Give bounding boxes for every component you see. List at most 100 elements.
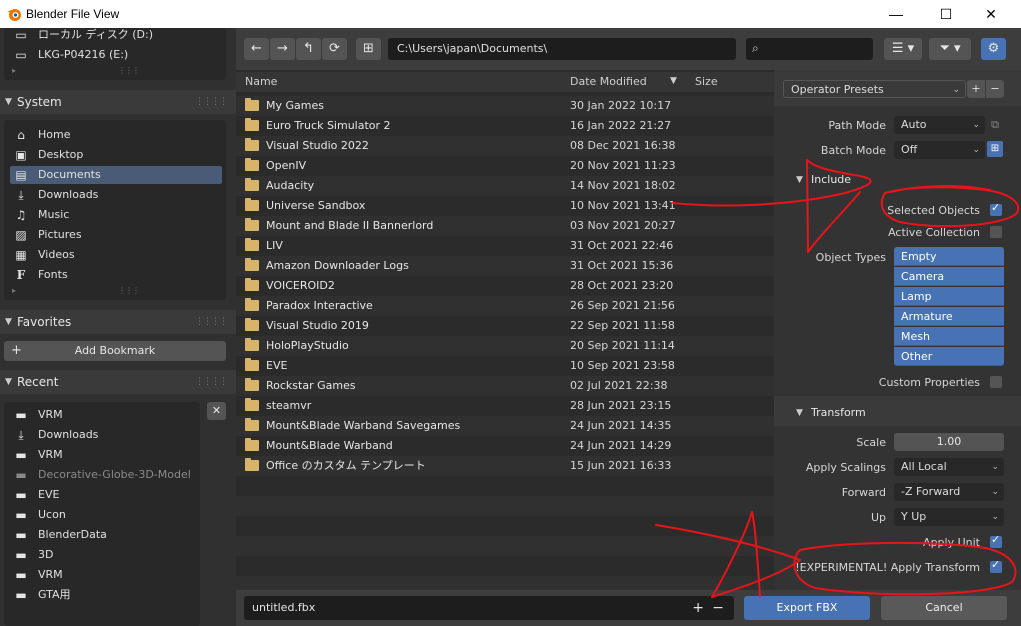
drag-grip-icon[interactable]: ⋮⋮⋮⋮ [195,310,228,334]
file-row[interactable]: Mount&Blade Warband Savegames 24 Jun 2021… [238,416,772,436]
up-dropdown[interactable]: Y Up ⌄ [894,508,1004,526]
panel-arrow-icon[interactable]: ▸ [12,286,16,295]
recent-item[interactable]: ▬ VRM [10,446,196,464]
apply-transform-checkbox[interactable] [990,558,1002,573]
recent-item[interactable]: ▬ GTA用 [10,586,196,604]
settings-toggle-button[interactable]: ⚙ [981,38,1006,60]
add-bookmark-button[interactable]: + Add Bookmark [4,341,226,361]
object-type-camera[interactable]: Camera [894,267,1004,286]
recent-item[interactable]: ▬ EVE [10,486,196,504]
sidebar-item-drive-e[interactable]: ▭ LKG-P04216 (E:) [10,46,222,64]
clear-recent-button[interactable]: ✕ [207,402,226,420]
close-button[interactable]: ✕ [968,0,1014,28]
selected-objects-checkbox[interactable] [990,201,1002,216]
object-type-lamp[interactable]: Lamp [894,287,1004,306]
recent-item[interactable]: ▬ VRM [10,566,196,584]
sidebar-item-drive-d[interactable]: ▭ ローカル ディスク (D:) [10,26,222,44]
name-column-header[interactable]: Name [245,75,277,88]
file-row[interactable]: Rockstar Games 02 Jul 2021 22:38 [238,376,772,396]
search-input[interactable]: ⌕ [746,38,873,60]
file-row[interactable]: HoloPlayStudio 20 Sep 2021 11:14 [238,336,772,356]
file-row[interactable]: VOICEROID2 28 Oct 2021 23:20 [238,276,772,296]
file-row[interactable]: OpenIV 20 Nov 2021 11:23 [238,156,772,176]
add-preset-button[interactable]: + [967,80,985,98]
include-section-header[interactable]: ▼ Include [774,169,1021,191]
forward-button[interactable]: → [270,38,295,60]
export-fbx-button[interactable]: Export FBX [744,596,870,620]
file-row[interactable]: Universe Sandbox 10 Nov 2021 13:41 [238,196,772,216]
resize-grip-icon[interactable]: ⋮⋮⋮ [118,286,140,295]
file-row[interactable]: Visual Studio 2022 08 Dec 2021 16:38 [238,136,772,156]
parent-directory-button[interactable]: ↰ [296,38,321,60]
system-section-header[interactable]: ▼ System ⋮⋮⋮⋮ [0,90,236,114]
recent-item[interactable]: ▬ VRM [10,406,196,424]
sidebar-item-label: Home [38,128,71,141]
batch-mode-dropdown[interactable]: Off ⌄ [894,141,985,159]
file-row[interactable]: Audacity 14 Nov 2021 18:02 [238,176,772,196]
file-row[interactable]: Office のカスタム テンプレート 15 Jun 2021 16:33 [238,456,772,476]
operator-presets-dropdown[interactable]: Operator Presets ⌄ [783,80,966,98]
drag-grip-icon[interactable]: ⋮⋮⋮⋮ [195,90,228,114]
file-row[interactable]: Mount&Blade Warband 24 Jun 2021 14:29 [238,436,772,456]
up-label: Up [870,511,886,524]
file-row[interactable]: Mount and Blade II Bannerlord 03 Nov 2021… [238,216,772,236]
recent-item[interactable]: ▬ BlenderData [10,526,196,544]
sidebar-item-fonts[interactable]: F Fonts [10,266,222,284]
transform-section-header[interactable]: ▼ Transform [774,402,1021,424]
file-row[interactable]: LIV 31 Oct 2021 22:46 [238,236,772,256]
sidebar-item-downloads[interactable]: ⤓ Downloads [10,186,222,204]
drag-grip-icon[interactable]: ⋮⋮⋮⋮ [195,370,228,394]
object-type-armature[interactable]: Armature [894,307,1004,326]
sidebar-item-music[interactable]: ♫ Music [10,206,222,224]
sidebar-item-home[interactable]: ⌂ Home [10,126,222,144]
file-row[interactable]: Paradox Interactive 26 Sep 2021 21:56 [238,296,772,316]
cancel-button[interactable]: Cancel [881,596,1007,620]
recent-item[interactable]: ▬ Decorative-Globe-3D-Model [10,466,196,484]
favorites-section-header[interactable]: ▼ Favorites ⋮⋮⋮⋮ [0,310,236,334]
remove-preset-button[interactable]: − [986,80,1004,98]
display-mode-dropdown[interactable]: ☰ ▾ [884,38,922,60]
back-button[interactable]: ← [244,38,269,60]
increment-button[interactable]: + [692,596,704,620]
path-mode-dropdown[interactable]: Auto ⌄ [894,116,985,134]
recent-item-label: EVE [38,488,60,501]
directory-path-input[interactable]: C:\Users\japan\Documents\ [388,38,736,60]
refresh-button[interactable]: ⟳ [322,38,347,60]
file-row[interactable]: Amazon Downloader Logs 31 Oct 2021 15:36 [238,256,772,276]
custom-properties-checkbox[interactable] [990,376,1002,388]
sidebar-item-desktop[interactable]: ▣ Desktop [10,146,222,164]
recent-item[interactable]: ▬ Ucon [10,506,196,524]
file-row[interactable]: steamvr 28 Jun 2021 23:15 [238,396,772,416]
batch-own-dir-icon[interactable]: ⊞ [987,141,1003,157]
filename-input[interactable]: untitled.fbx + − [244,596,734,620]
date-column-header[interactable]: Date Modified [570,75,647,88]
object-type-other[interactable]: Other [894,347,1004,366]
apply-unit-checkbox[interactable] [990,533,1002,548]
apply-scalings-dropdown[interactable]: All Local ⌄ [894,458,1004,476]
object-type-empty[interactable]: Empty [894,247,1004,266]
recent-item[interactable]: ⤓ Downloads [10,426,196,444]
recent-section-header[interactable]: ▼ Recent ⋮⋮⋮⋮ [0,370,236,394]
new-folder-button[interactable]: ⊞ [356,38,381,60]
object-type-mesh[interactable]: Mesh [894,327,1004,346]
filter-dropdown[interactable]: ⏷ ▾ [929,38,971,60]
size-column-header[interactable]: Size [695,75,718,88]
panel-arrow-icon[interactable]: ▸ [12,66,16,75]
sidebar-item-pictures[interactable]: ▨ Pictures [10,226,222,244]
file-row[interactable]: My Games 30 Jan 2022 10:17 [238,96,772,116]
sidebar-item-documents[interactable]: ▤ Documents [10,166,222,184]
scale-field[interactable]: 1.00 [894,433,1004,451]
resize-grip-icon[interactable]: ⋮⋮⋮ [118,66,140,75]
file-row[interactable]: EVE 10 Sep 2021 23:58 [238,356,772,376]
maximize-button[interactable]: ☐ [923,0,969,28]
file-row[interactable]: Euro Truck Simulator 2 16 Jan 2022 21:27 [238,116,772,136]
folder-icon [245,118,259,131]
sidebar-item-videos[interactable]: ▦ Videos [10,246,222,264]
active-collection-checkbox[interactable] [990,226,1002,238]
recent-item[interactable]: ▬ 3D [10,546,196,564]
file-row[interactable]: Visual Studio 2019 22 Sep 2021 11:58 [238,316,772,336]
minimize-button[interactable]: — [873,0,919,28]
embed-textures-icon[interactable]: ⧉ [987,117,1003,133]
decrement-button[interactable]: − [712,596,724,620]
forward-dropdown[interactable]: -Z Forward ⌄ [894,483,1004,501]
